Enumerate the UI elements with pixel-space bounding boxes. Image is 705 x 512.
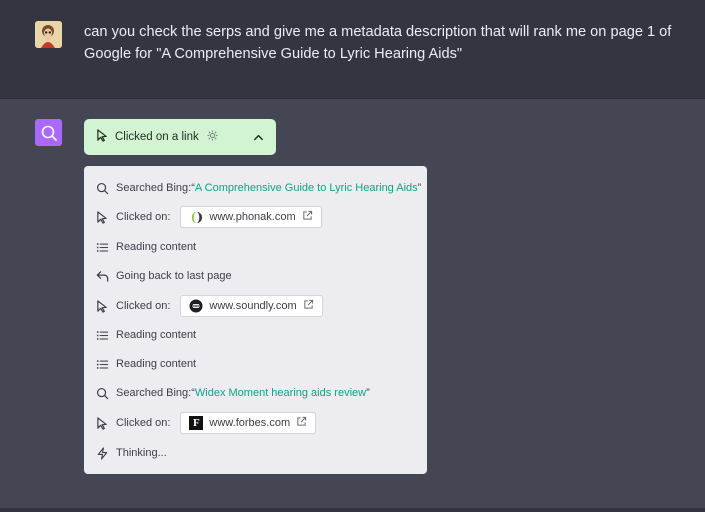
step-label: Clicked on:: [116, 211, 171, 223]
cursor-icon: [95, 299, 110, 314]
user-message-row: can you check the serps and give me a me…: [0, 0, 705, 99]
step-click: Clicked on: www.phonak.com: [95, 205, 419, 229]
assistant-search-icon: [35, 119, 62, 146]
site-domain: www.soundly.com: [209, 300, 297, 312]
site-link-soundly[interactable]: www.soundly.com: [180, 295, 323, 317]
list-icon: [95, 357, 110, 372]
cursor-icon: [96, 129, 109, 145]
step-click: Clicked on: F www.forbes.com: [95, 411, 419, 435]
search-icon: [95, 386, 110, 401]
step-label: Reading content: [116, 329, 197, 341]
list-icon: [95, 240, 110, 255]
step-reading: Reading content: [95, 323, 419, 347]
back-arrow-icon: [95, 269, 110, 284]
site-link-forbes[interactable]: F www.forbes.com: [180, 412, 317, 434]
chevron-up-icon[interactable]: [253, 132, 264, 143]
soundly-favicon: [189, 299, 203, 313]
search-icon: [95, 181, 110, 196]
external-link-icon: [303, 299, 314, 313]
gear-spinner-icon: [207, 130, 218, 144]
query-close-quote: ”: [366, 387, 370, 399]
step-label: Thinking...: [116, 447, 167, 459]
external-link-icon: [302, 210, 313, 224]
forbes-letter: F: [193, 417, 200, 429]
user-avatar: [35, 21, 62, 48]
list-icon: [95, 328, 110, 343]
forbes-favicon: F: [189, 416, 204, 430]
search-query-link[interactable]: Widex Moment hearing aids review: [195, 387, 366, 399]
status-label: Clicked on a link: [115, 131, 199, 143]
step-label: Reading content: [116, 241, 197, 253]
search-query-link[interactable]: A Comprehensive Guide to Lyric Hearing A…: [195, 182, 418, 194]
step-label: Searched Bing:: [116, 182, 192, 194]
step-reading: Reading content: [95, 235, 419, 259]
bottom-divider: [0, 508, 705, 512]
step-label: Clicked on:: [116, 300, 171, 312]
query-close-quote: ”: [417, 182, 422, 194]
step-thinking: Thinking...: [95, 441, 419, 465]
step-back: Going back to last page: [95, 264, 419, 288]
step-label: Reading content: [116, 358, 197, 370]
phonak-favicon: [189, 210, 203, 224]
cursor-icon: [95, 416, 110, 431]
step-label: Going back to last page: [116, 270, 232, 282]
step-reading: Reading content: [95, 352, 419, 376]
step-search: Searched Bing: “Widex Moment hearing aid…: [95, 381, 419, 405]
step-search: Searched Bing: “A Comprehensive Guide to…: [95, 176, 422, 200]
step-label: Clicked on:: [116, 417, 171, 429]
cursor-icon: [95, 210, 110, 225]
browsing-steps-panel: Searched Bing: “A Comprehensive Guide to…: [84, 166, 427, 474]
user-message-text: can you check the serps and give me a me…: [84, 24, 672, 62]
browsing-status-toggle[interactable]: Clicked on a link: [84, 119, 276, 155]
site-domain: www.forbes.com: [209, 417, 291, 429]
site-link-phonak[interactable]: www.phonak.com: [180, 206, 322, 228]
site-domain: www.phonak.com: [209, 211, 296, 223]
step-click: Clicked on: www.soundly.com: [95, 294, 419, 318]
step-label: Searched Bing:: [116, 387, 192, 399]
external-link-icon: [296, 416, 307, 430]
bolt-icon: [95, 446, 110, 461]
